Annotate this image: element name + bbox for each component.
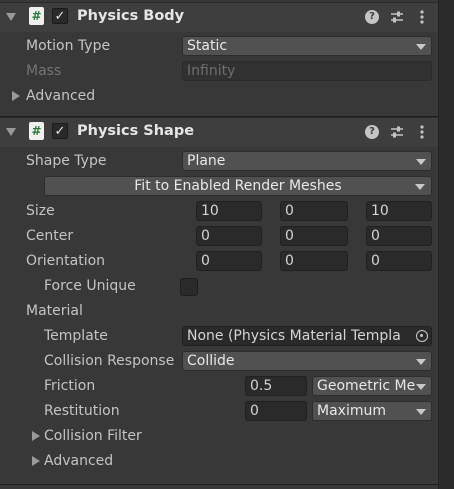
orientation-z-field[interactable]: 0 [366, 251, 432, 271]
force-unique-label: Force Unique [44, 278, 136, 294]
template-label: Template [44, 328, 108, 344]
preset-icon[interactable] [390, 10, 404, 24]
chevron-down-icon [416, 44, 426, 50]
template-value: None (Physics Material Templa [187, 328, 401, 344]
motion-type-dropdown[interactable]: Static [182, 36, 432, 56]
context-menu-icon[interactable] [420, 125, 424, 139]
object-picker-icon[interactable] [416, 330, 428, 342]
context-menu-icon[interactable] [420, 10, 424, 24]
chevron-down-icon [416, 159, 426, 165]
inspector-scrollbar[interactable] [438, 0, 454, 489]
motion-type-label: Motion Type [26, 38, 111, 54]
fit-button-label: Fit to Enabled Render Meshes [134, 178, 342, 194]
restitution-combine-value: Maximum [317, 403, 386, 419]
chevron-down-icon [416, 359, 426, 365]
collision-response-dropdown[interactable]: Collide [182, 351, 432, 371]
friction-field[interactable]: 0.5 [245, 376, 307, 396]
orientation-label: Orientation [26, 253, 106, 269]
restitution-field[interactable]: 0 [245, 401, 307, 421]
orientation-y-field[interactable]: 0 [280, 251, 348, 271]
friction-combine-dropdown[interactable]: Geometric Me [312, 376, 432, 396]
shape-type-dropdown[interactable]: Plane [182, 151, 432, 171]
component-divider [0, 484, 438, 485]
help-icon[interactable]: ? [365, 125, 379, 139]
restitution-combine-dropdown[interactable]: Maximum [312, 401, 432, 421]
collision-response-label: Collision Response [44, 353, 175, 369]
collision-response-value: Collide [187, 353, 235, 369]
orientation-x-field[interactable]: 0 [196, 251, 262, 271]
collision-filter-foldout[interactable]: Collision Filter [44, 428, 142, 444]
mass-label: Mass [26, 63, 62, 79]
friction-combine-value: Geometric Me [317, 378, 416, 394]
chevron-down-icon [415, 184, 425, 190]
shape-type-value: Plane [187, 153, 226, 169]
restitution-label: Restitution [44, 403, 120, 419]
script-icon: # [29, 7, 44, 25]
size-label: Size [26, 203, 55, 219]
size-y-field[interactable]: 0 [280, 201, 348, 221]
preset-icon[interactable] [390, 125, 404, 139]
physics-body-title: Physics Body [77, 8, 185, 24]
physics-body-advanced-foldout[interactable]: Advanced [26, 88, 95, 104]
physics-shape-foldout-icon[interactable] [6, 128, 16, 136]
force-unique-checkbox[interactable] [180, 278, 198, 296]
physics-shape-title: Physics Shape [77, 123, 195, 139]
motion-type-value: Static [187, 38, 228, 54]
physics-shape-advanced-foldout[interactable]: Advanced [44, 453, 113, 469]
collision-filter-foldout-icon[interactable] [32, 431, 40, 441]
chevron-down-icon [416, 409, 426, 415]
center-z-field[interactable]: 0 [366, 226, 432, 246]
friction-label: Friction [44, 378, 96, 394]
shape-type-label: Shape Type [26, 153, 107, 169]
chevron-down-icon [416, 384, 426, 390]
fit-to-render-meshes-button[interactable]: Fit to Enabled Render Meshes [44, 176, 432, 196]
template-object-field[interactable]: None (Physics Material Templa [182, 326, 432, 346]
physics-body-foldout-icon[interactable] [6, 13, 16, 21]
script-icon: # [29, 122, 44, 140]
advanced-foldout-icon[interactable] [12, 91, 20, 101]
physics-body-enabled-checkbox[interactable]: ✓ [52, 8, 68, 24]
center-x-field[interactable]: 0 [196, 226, 262, 246]
center-label: Center [26, 228, 74, 244]
advanced-foldout-icon[interactable] [32, 456, 40, 466]
center-y-field[interactable]: 0 [280, 226, 348, 246]
physics-shape-enabled-checkbox[interactable]: ✓ [52, 123, 68, 139]
help-icon[interactable]: ? [365, 10, 379, 24]
size-x-field[interactable]: 10 [196, 201, 262, 221]
size-z-field[interactable]: 10 [366, 201, 432, 221]
mass-field: Infinity [182, 61, 432, 81]
material-label: Material [26, 303, 83, 319]
